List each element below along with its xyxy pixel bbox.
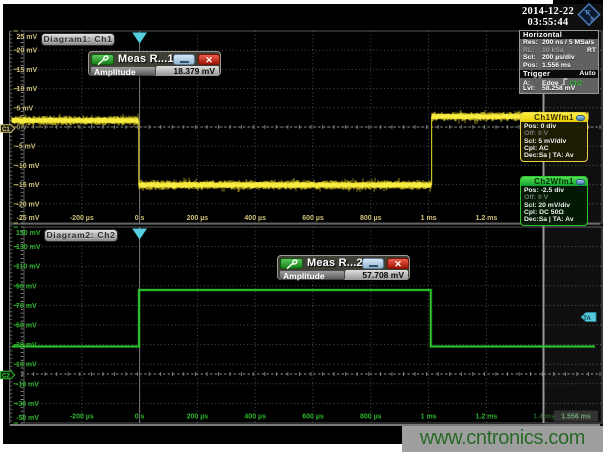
svg-text:1.2 ms: 1.2 ms <box>476 215 498 222</box>
svg-text:1.556 ms: 1.556 ms <box>561 414 591 421</box>
svg-text:-50 mV: -50 mV <box>16 415 39 422</box>
svg-text:200 µs: 200 µs <box>187 215 209 222</box>
svg-text:20 mV: 20 mV <box>17 48 38 55</box>
svg-text:0 s: 0 s <box>135 414 145 421</box>
svg-text:-200 µs: -200 µs <box>70 215 94 222</box>
svg-text:200 µs: 200 µs <box>187 414 209 421</box>
svg-text:400 µs: 400 µs <box>244 414 266 421</box>
svg-text:70 mV: 70 mV <box>16 303 37 310</box>
svg-text:0 V: 0 V <box>17 125 28 132</box>
svg-text:90 mV: 90 mV <box>16 283 37 290</box>
svg-text:400 µs: 400 µs <box>244 215 266 222</box>
svg-text:50 mV: 50 mV <box>16 323 37 330</box>
svg-text:15 mV: 15 mV <box>17 67 38 74</box>
svg-text:800 µs: 800 µs <box>360 414 382 421</box>
svg-text:10 mV: 10 mV <box>16 362 37 369</box>
svg-text:1.2 ms: 1.2 ms <box>476 414 498 421</box>
svg-text:800 µs: 800 µs <box>360 215 382 222</box>
svg-text:10 mV: 10 mV <box>17 86 38 93</box>
svg-text:-15 mV: -15 mV <box>17 182 40 189</box>
svg-text:C1: C1 <box>2 127 10 133</box>
svg-text:-25 mV: -25 mV <box>17 215 40 222</box>
svg-text:-20 mV: -20 mV <box>17 201 40 208</box>
svg-text:-30 mV: -30 mV <box>16 401 39 408</box>
svg-text:-5 mV: -5 mV <box>17 144 36 151</box>
svg-text:130 mV: 130 mV <box>16 244 41 251</box>
svg-text:25 mV: 25 mV <box>17 34 38 41</box>
svg-text:-200 µs: -200 µs <box>70 414 94 421</box>
svg-text:5 mV: 5 mV <box>17 105 34 112</box>
svg-text:30 mV: 30 mV <box>16 342 37 349</box>
svg-text:C2: C2 <box>2 374 10 380</box>
svg-text:600 µs: 600 µs <box>302 414 324 421</box>
svg-text:1 ms: 1 ms <box>421 215 437 222</box>
svg-text:1.4 ms: 1.4 ms <box>533 414 555 421</box>
svg-text:S: S <box>590 17 595 24</box>
svg-text:0 s: 0 s <box>135 215 145 222</box>
svg-text:-10 mV: -10 mV <box>16 381 39 388</box>
svg-text:600 µs: 600 µs <box>302 215 324 222</box>
svg-text:150 mV: 150 mV <box>16 230 41 237</box>
svg-text:TA: TA <box>583 316 591 322</box>
svg-text:1 ms: 1 ms <box>421 414 437 421</box>
svg-text:R: R <box>586 10 591 17</box>
svg-text:-10 mV: -10 mV <box>17 163 40 170</box>
svg-text:110 mV: 110 mV <box>16 264 40 271</box>
